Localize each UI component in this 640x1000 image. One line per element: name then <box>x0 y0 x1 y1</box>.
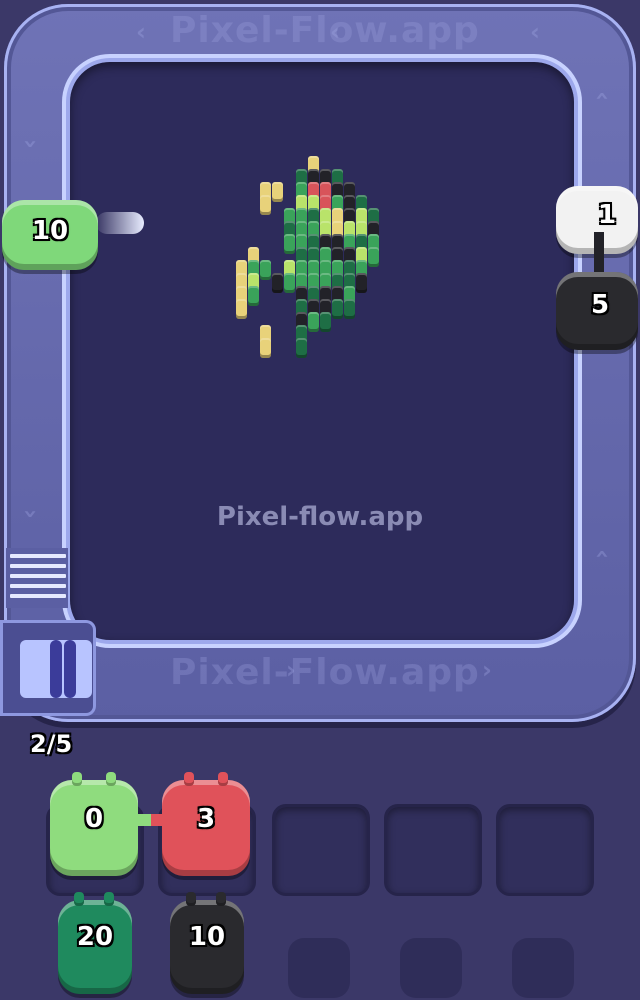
pixel-block <box>320 312 331 332</box>
slot-counter: 2/5 <box>30 730 73 758</box>
queue-shooter-black[interactable]: 10 <box>170 892 244 994</box>
slot-3[interactable] <box>272 804 370 896</box>
track-shooter-green: 10 <box>2 200 98 270</box>
pixel-block <box>272 182 283 202</box>
pixel-block <box>296 338 307 358</box>
track-shooter-count: 1 <box>597 200 617 230</box>
pixel-block <box>308 312 319 332</box>
slot-shooter-count: 3 <box>196 804 216 834</box>
queue-shooter-count: 10 <box>188 922 226 952</box>
track-shooter-count: 5 <box>590 290 610 320</box>
track-shooter-black: 5 <box>556 272 638 350</box>
pixel-block <box>284 234 295 254</box>
pixel-block <box>236 299 247 319</box>
pixel-block <box>344 299 355 319</box>
pixel-block <box>284 273 295 293</box>
track-shooter-count: 10 <box>31 216 69 246</box>
queue-shooter-count: 20 <box>76 922 114 952</box>
slot-shooter-red[interactable]: 3 <box>162 772 250 876</box>
queue-shooter-dark-green[interactable]: 20 <box>58 892 132 994</box>
slot-shooter-green[interactable]: 0 <box>50 772 138 876</box>
pixel-block <box>272 273 283 293</box>
pixel-block <box>332 299 343 319</box>
loader-roller <box>50 640 62 698</box>
queue-empty <box>400 938 462 998</box>
pixel-block <box>356 273 367 293</box>
pixel-block <box>260 338 271 358</box>
slot-5[interactable] <box>496 804 594 896</box>
slot-shooter-count: 0 <box>84 804 104 834</box>
loader-stripes <box>6 548 68 608</box>
pixel-block <box>368 247 379 267</box>
watermark: Pixel-flow.app <box>216 502 424 532</box>
slot-4[interactable] <box>384 804 482 896</box>
loader-roller <box>64 640 76 698</box>
pixel-block <box>248 286 259 306</box>
queue-empty <box>288 938 350 998</box>
pixel-block <box>260 260 271 280</box>
bullet <box>96 212 144 234</box>
queue-empty <box>512 938 574 998</box>
pixel-block <box>260 195 271 215</box>
